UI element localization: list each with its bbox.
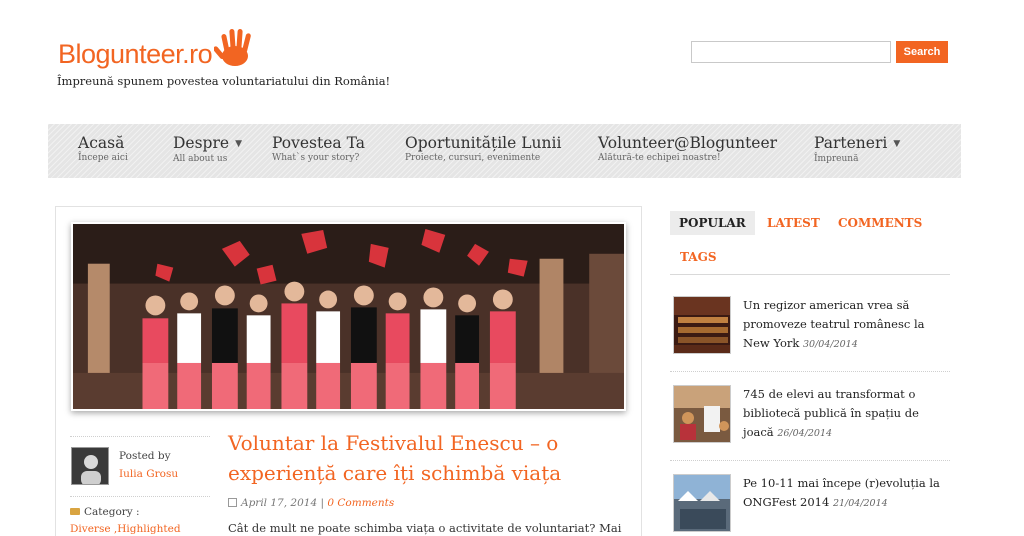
popular-item-thumbnail[interactable] [673,385,731,443]
nav-item-subtitle: Împreună [814,154,859,164]
posted-by-label: Posted by [119,450,171,462]
nav-item-title: Oportunitățile Lunii [405,134,562,152]
nav-item-title: Despre [173,134,230,152]
nav-item-subtitle: Începe aici [78,153,128,163]
nav-item-subtitle: Proiecte, cursuri, evenimente [405,153,541,163]
post-meta: April 17, 2014 | 0 Comments [228,497,394,509]
category-links[interactable]: Diverse ,Highlighted [70,523,181,535]
library-thumbnail-image [674,386,730,442]
category-label-row: Category : [70,506,140,518]
theatre-thumbnail-image [674,297,730,353]
nav-item-oportunitati[interactable]: Oportunitățile Lunii Proiecte, cursuri, … [405,134,561,164]
person-icon [72,448,108,484]
tab-tags[interactable]: TAGS [680,250,717,264]
nav-item-subtitle: What`s your story? [272,153,360,163]
site-logo[interactable]: Blogunteer.ro [58,24,258,68]
nav-item-subtitle: All about us [173,154,228,164]
nav-item-despre[interactable]: Despre ▼ All about us [173,134,242,165]
nav-item-parteneri[interactable]: Parteneri ▼ Împreună [814,134,900,165]
sidebar-divider [670,460,950,461]
popular-item-thumbnail[interactable] [673,474,731,532]
caret-down-icon: ▼ [893,139,901,149]
author-avatar[interactable] [71,447,109,485]
comments-link[interactable]: 0 Comments [327,497,394,509]
meta-divider [70,436,210,437]
tab-popular[interactable]: POPULAR [670,211,755,235]
search-input[interactable] [691,41,891,63]
nav-item-title: Parteneri [814,134,888,152]
popular-item-date: 30/04/2014 [803,339,858,350]
nav-item-title: Volunteer@Blogunteer [598,134,778,152]
volunteers-photo [73,224,624,409]
post-date: April 17, 2014 [241,497,318,509]
author-link[interactable]: Iulia Grosu [119,468,178,480]
post-title[interactable]: Voluntar la Festivalul Enescu – o experi… [228,428,628,488]
tabs-divider [670,274,950,275]
logo-text: Blogunteer.ro [58,39,213,69]
post-excerpt: Cât de mult ne poate schimba viața o act… [228,521,622,535]
nav-item-volunteer[interactable]: Volunteer@Blogunteer Alătură-te echipei … [598,134,777,164]
nav-item-title: Povestea Ta [272,134,365,152]
main-nav: Acasă Începe aici Despre ▼ All about us P… [48,124,961,178]
calendar-icon [228,498,237,507]
nav-item-subtitle: Alătură-te echipei noastre! [598,153,721,163]
popular-item-thumbnail[interactable] [673,296,731,354]
caret-down-icon: ▼ [235,139,242,149]
popular-item-date: 26/04/2014 [777,428,833,439]
folder-icon [70,508,80,515]
popular-item-date: 21/04/2014 [832,498,888,509]
festival-thumbnail-image [674,475,730,531]
site-tagline: Împreună spunem povestea voluntariatului… [57,74,391,88]
search-button[interactable]: Search [896,41,948,63]
category-label: Category : [84,506,140,518]
post-featured-image[interactable] [71,222,626,411]
tab-latest[interactable]: LATEST [767,216,820,230]
nav-item-title: Acasă [78,134,125,152]
meta-separator: | [320,497,325,509]
nav-item-povestea-ta[interactable]: Povestea Ta What`s your story? [272,134,365,164]
meta-divider [70,496,210,497]
sidebar-divider [670,371,950,372]
nav-item-acasa[interactable]: Acasă Începe aici [78,134,128,164]
tab-comments[interactable]: COMMENTS [838,216,922,230]
hand-icon [214,28,251,66]
